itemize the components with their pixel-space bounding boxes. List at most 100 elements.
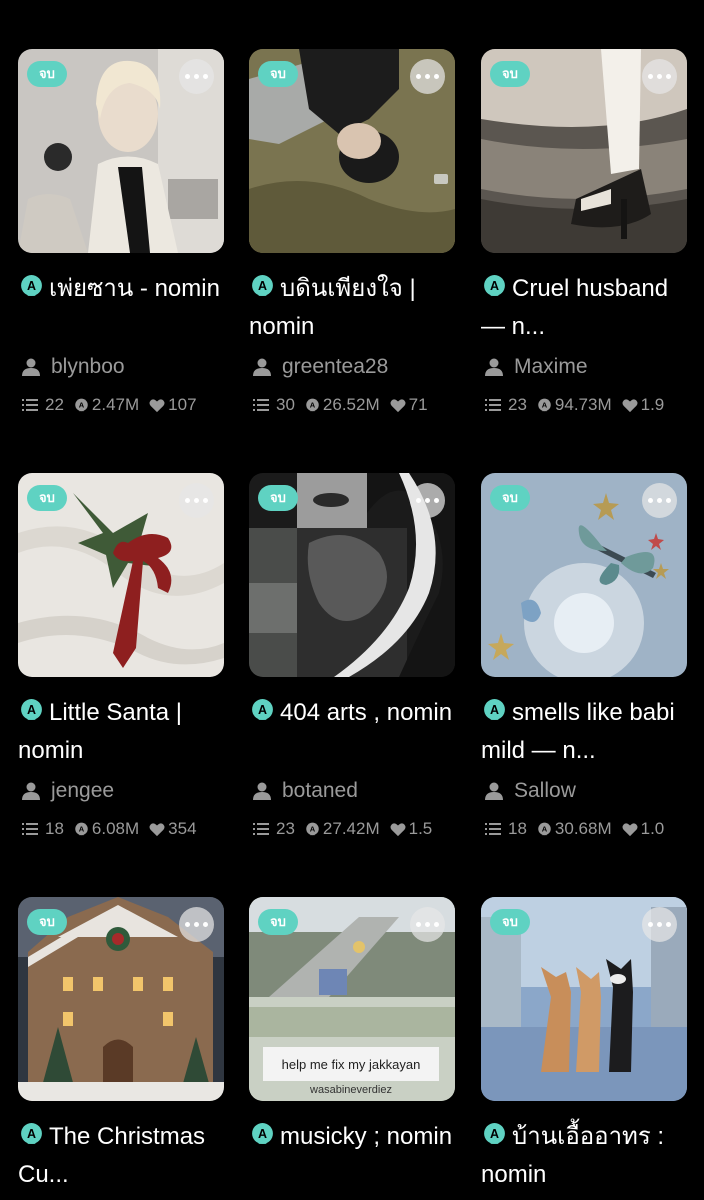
story-title-text: เพ่ยซาน - nomin — [49, 275, 220, 302]
more-options-button[interactable] — [410, 483, 445, 518]
story-cover[interactable]: จบ — [18, 897, 224, 1101]
story-icon: A — [252, 275, 273, 296]
votes-count: 1.9 — [640, 395, 665, 414]
more-options-button[interactable] — [410, 907, 445, 942]
reads-icon: A — [538, 398, 551, 411]
story-cover[interactable]: จบ — [18, 473, 224, 677]
story-author[interactable]: Maxime — [481, 352, 687, 382]
svg-text:A: A — [27, 1127, 36, 1141]
story-title[interactable]: A Little Santa | nomin — [18, 694, 224, 770]
story-author[interactable]: greentea28 — [249, 352, 455, 382]
story-cover[interactable]: จบ — [481, 49, 687, 253]
story-card[interactable]: จบ A Little Santa | nomin jengee 18 A 6.0… — [18, 473, 224, 840]
parts-count: 23 — [508, 395, 527, 414]
story-card[interactable]: help me fix my jakkayan wasabineverdiez … — [249, 897, 455, 1194]
more-dot — [657, 74, 662, 79]
story-card[interactable]: จบ A บดินเพียงใจ | nomin greentea28 30 A … — [249, 49, 455, 416]
author-name: blynboo — [51, 355, 125, 378]
story-cover[interactable]: จบ — [481, 473, 687, 677]
svg-text:A: A — [542, 400, 548, 409]
story-title-text: The Christmas Cu... — [18, 1123, 206, 1188]
reads-count: 27.42M — [322, 819, 380, 838]
story-card[interactable]: จบ A Cruel husband — n... Maxime 23 A 94.… — [481, 49, 687, 416]
story-cover[interactable]: จบ — [481, 897, 687, 1101]
more-options-button[interactable] — [179, 907, 214, 942]
svg-text:A: A — [542, 824, 548, 833]
story-cover[interactable]: help me fix my jakkayan wasabineverdiez … — [249, 897, 455, 1101]
more-options-button[interactable] — [642, 59, 677, 94]
svg-text:A: A — [27, 703, 36, 717]
cover-watermark: wasabineverdiez — [309, 1084, 392, 1096]
svg-text:A: A — [490, 1127, 499, 1141]
svg-text:A: A — [490, 279, 499, 293]
more-options-button[interactable] — [179, 59, 214, 94]
author-name: botaned — [282, 779, 358, 802]
story-title[interactable]: A เพ่ยซาน - nomin — [18, 270, 224, 346]
story-cover[interactable]: จบ — [18, 49, 224, 253]
parts-count: 23 — [276, 819, 295, 838]
story-title[interactable]: A 404 arts , nomin — [249, 694, 455, 770]
story-card[interactable]: จบ A The Christmas Cu... — [18, 897, 224, 1194]
story-title-text: บ้านเอื้ออาทร : nomin — [481, 1123, 665, 1188]
story-grid: จบ A เพ่ยซาน - nomin blynboo 22 A 2.47M 1… — [0, 0, 704, 1200]
more-dot — [666, 74, 671, 79]
story-title-text: 404 arts , nomin — [280, 699, 453, 726]
story-title[interactable]: A บ้านเอื้ออาทร : nomin — [481, 1118, 687, 1194]
story-title[interactable]: A บดินเพียงใจ | nomin — [249, 270, 455, 346]
story-author[interactable]: blynboo — [18, 352, 224, 382]
more-dot — [425, 498, 430, 503]
story-card[interactable]: จบ A บ้านเอื้ออาทร : nomin — [481, 897, 687, 1194]
list-icon — [485, 823, 501, 835]
more-dots-icon — [185, 922, 190, 927]
reads-icon: A — [75, 398, 88, 411]
more-options-button[interactable] — [642, 907, 677, 942]
more-dots-icon — [185, 74, 190, 79]
story-stats: 22 A 2.47M 107 — [18, 394, 224, 416]
story-card[interactable]: จบ A 404 arts , nomin botaned 23 A 27.42M… — [249, 473, 455, 840]
story-title[interactable]: A The Christmas Cu... — [18, 1118, 224, 1194]
status-badge: จบ — [490, 61, 530, 87]
story-title[interactable]: A Cruel husband — n... — [481, 270, 687, 346]
more-dot — [425, 74, 430, 79]
more-dot — [434, 498, 439, 503]
heart-icon — [149, 398, 165, 412]
heart-icon — [622, 822, 638, 836]
user-icon — [22, 782, 40, 800]
story-icon: A — [484, 699, 505, 720]
svg-text:A: A — [258, 1127, 267, 1141]
svg-text:A: A — [258, 703, 267, 717]
story-title[interactable]: Amusicky ; nomin — [249, 1118, 455, 1194]
more-options-button[interactable] — [410, 59, 445, 94]
more-dot — [666, 922, 671, 927]
votes-count: 71 — [408, 395, 428, 414]
author-name: jengee — [51, 779, 115, 802]
heart-icon — [390, 822, 406, 836]
reads-icon: A — [75, 822, 88, 835]
story-author[interactable]: botaned — [249, 776, 455, 806]
reads-icon: A — [306, 822, 319, 835]
reads-count: 30.68M — [554, 819, 612, 838]
story-author[interactable]: jengee — [18, 776, 224, 806]
more-dots-icon — [648, 922, 653, 927]
more-dot — [666, 498, 671, 503]
story-cover[interactable]: จบ — [249, 49, 455, 253]
more-options-button[interactable] — [179, 483, 214, 518]
more-dot — [203, 498, 208, 503]
status-badge: จบ — [27, 485, 67, 511]
more-options-button[interactable] — [642, 483, 677, 518]
votes-count: 354 — [168, 819, 197, 838]
story-title[interactable]: Asmells like babi mild — n... — [481, 694, 687, 770]
author-name: greentea28 — [282, 355, 389, 378]
story-card[interactable]: จบ Asmells like babi mild — n... Sallow … — [481, 473, 687, 840]
cover-caption: help me fix my jakkayan — [282, 1057, 421, 1072]
more-dots-icon — [648, 74, 653, 79]
story-icon: A — [252, 1123, 273, 1144]
story-stats: 23 A 27.42M 1.5 — [249, 818, 455, 840]
status-badge: จบ — [490, 485, 530, 511]
more-dots-icon — [416, 922, 421, 927]
story-card[interactable]: จบ A เพ่ยซาน - nomin blynboo 22 A 2.47M 1… — [18, 49, 224, 416]
story-author[interactable]: Sallow — [481, 776, 687, 806]
user-icon — [253, 782, 271, 800]
status-badge: จบ — [258, 485, 298, 511]
story-cover[interactable]: จบ — [249, 473, 455, 677]
